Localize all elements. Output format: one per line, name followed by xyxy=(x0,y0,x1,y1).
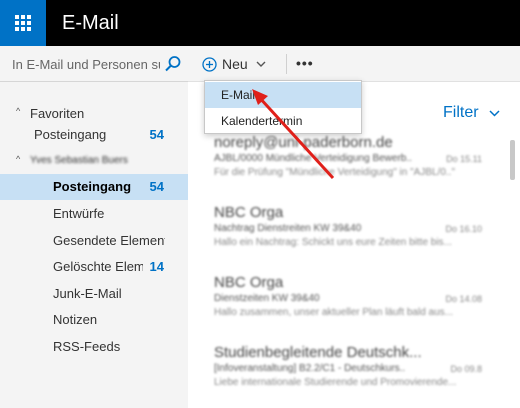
folder-item-rss[interactable]: RSS-Feeds xyxy=(0,334,188,360)
message-date: Do 16.10 xyxy=(445,224,482,234)
waffle-icon[interactable] xyxy=(0,0,46,46)
message-item[interactable]: noreply@uni-paderborn.de AJBL/0000 Mündl… xyxy=(214,134,482,178)
folder-label: Gesendete Elemente xyxy=(53,233,165,248)
scrollbar-thumb[interactable] xyxy=(510,140,515,180)
more-options-button[interactable]: ••• xyxy=(296,52,314,76)
toolbar-divider xyxy=(286,54,287,74)
outlook-window: E-Mail ^ Favoriten Posteingang 54 ^ Yves… xyxy=(0,0,520,408)
message-preview: Hallo ein Nachtrag: Schickt uns eure Zei… xyxy=(214,237,452,248)
message-subject: Nachtrag Dienstreiten KW 39&40 Do 16.10 xyxy=(214,223,482,234)
search-box xyxy=(0,46,188,82)
folder-item-deleted[interactable]: Gelöschte Elemente 14 xyxy=(0,254,188,280)
message-date: Do 14.08 xyxy=(445,294,482,304)
message-preview: Für die Prüfung "Mündliche Verteidigung"… xyxy=(214,167,456,178)
message-item[interactable]: NBC Orga Nachtrag Dienstreiten KW 39&40 D… xyxy=(214,204,482,248)
message-item[interactable]: NBC Orga Dienstzeiten KW 39&40 Do 14.08 H… xyxy=(214,274,482,318)
plus-circle-icon xyxy=(202,56,217,72)
message-subject: AJBL/0000 Mündliche Verteidigung Bewerb.… xyxy=(214,153,482,164)
chevron-down-icon xyxy=(256,61,266,67)
unread-count: 54 xyxy=(149,179,164,194)
message-sender: noreply@uni-paderborn.de xyxy=(214,134,393,151)
filter-button[interactable]: Filter xyxy=(443,104,500,122)
folder-item-junk[interactable]: Junk-E-Mail xyxy=(0,281,188,307)
favorite-item-inbox[interactable]: Posteingang 54 xyxy=(0,122,188,148)
message-sender: NBC Orga xyxy=(214,274,284,291)
account-name: Yves Sebastian Buers xyxy=(30,155,128,166)
account-header[interactable]: ^ Yves Sebastian Buers xyxy=(16,154,186,172)
folder-label: Entwürfe xyxy=(53,206,105,221)
folder-item-inbox[interactable]: Posteingang 54 xyxy=(0,174,188,200)
message-subject: [Infoveranstaltung] B2.2/C1 - Deutschkur… xyxy=(214,363,482,374)
folder-item-sent[interactable]: Gesendete Elemente xyxy=(0,228,188,254)
top-bar: E-Mail xyxy=(0,0,520,46)
nav-item-label: Posteingang xyxy=(34,127,107,142)
search-icon[interactable] xyxy=(164,55,182,73)
menu-item-calendar-event[interactable]: Kalendertermin xyxy=(205,108,361,134)
command-bar: Neu ••• xyxy=(188,46,520,82)
menu-item-email[interactable]: E-Mail xyxy=(205,82,361,108)
chevron-down-icon xyxy=(489,110,500,117)
message-sender: NBC Orga xyxy=(214,204,284,221)
new-button[interactable]: Neu xyxy=(202,52,266,76)
folder-sidebar: ^ Favoriten Posteingang 54 ^ Yves Sebast… xyxy=(0,46,188,408)
caret-up-icon: ^ xyxy=(16,154,21,164)
folder-label: Notizen xyxy=(53,312,98,327)
unread-count: 14 xyxy=(149,259,164,274)
folder-label: Gelöschte Elemente xyxy=(53,259,143,274)
folder-item-notes[interactable]: Notizen xyxy=(0,307,188,333)
filter-label: Filter xyxy=(442,104,479,121)
favorites-label: Favoriten xyxy=(30,106,85,121)
message-preview: Liebe internationale Studierende und Pro… xyxy=(214,377,457,388)
message-sender: Studienbegleitende Deutschk... xyxy=(214,344,422,361)
message-date: Do 09.8 xyxy=(450,364,482,374)
unread-count: 54 xyxy=(149,127,164,142)
search-input[interactable] xyxy=(12,54,160,74)
app-title: E-Mail xyxy=(62,12,119,34)
message-preview: Hallo zusammen, unser aktueller Plan läu… xyxy=(214,307,454,318)
folder-label: RSS-Feeds xyxy=(53,339,121,354)
message-subject: Dienstzeiten KW 39&40 Do 14.08 xyxy=(214,293,482,304)
folder-item-drafts[interactable]: Entwürfe xyxy=(0,201,188,227)
folder-label: Posteingang xyxy=(53,179,132,194)
new-button-label: Neu xyxy=(222,56,248,72)
message-item[interactable]: Studienbegleitende Deutschk... [Infovera… xyxy=(214,344,482,388)
message-date: Do 15.11 xyxy=(446,154,482,164)
new-item-menu: E-Mail Kalendertermin xyxy=(204,80,362,134)
caret-up-icon: ^ xyxy=(16,106,21,116)
folder-label: Junk-E-Mail xyxy=(53,286,122,301)
